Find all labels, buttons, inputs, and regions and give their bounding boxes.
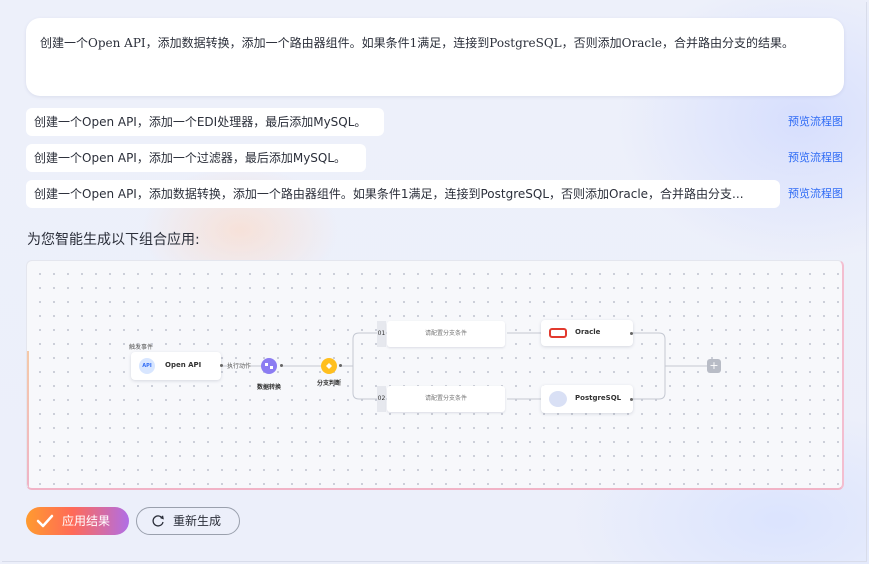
connector-merge bbox=[633, 332, 666, 400]
regenerate-button[interactable]: 重新生成 bbox=[136, 507, 240, 535]
open-api-label: Open API bbox=[165, 361, 202, 369]
branch-condition-1[interactable]: 请配置分支条件 bbox=[387, 321, 505, 347]
branch-condition-2[interactable]: 请配置分支条件 bbox=[387, 386, 505, 412]
postgresql-label: PostgreSQL bbox=[575, 394, 622, 402]
preview-flowchart-link-2[interactable]: 预览流程图 bbox=[788, 144, 843, 172]
oracle-node[interactable]: Oracle bbox=[541, 320, 633, 346]
postgresql-node[interactable]: PostgreSQL bbox=[541, 385, 633, 413]
flow-canvas[interactable]: 触发事件 API Open API 执行动作 数据转换 分支判断 01 请配置分… bbox=[26, 260, 844, 490]
open-api-node[interactable]: API Open API bbox=[131, 352, 221, 380]
check-icon bbox=[36, 514, 54, 528]
branch-index-2: 02 bbox=[377, 386, 386, 412]
branch-index-1: 01 bbox=[377, 321, 386, 347]
port-dot bbox=[220, 364, 223, 367]
transform-label: 数据转换 bbox=[257, 384, 282, 391]
port-dot bbox=[339, 364, 342, 367]
exec-action-label: 执行动作 bbox=[227, 361, 252, 370]
api-icon: API bbox=[139, 358, 155, 374]
prompt-text: 创建一个Open API，添加数据转换，添加一个路由器组件。如果条件1满足，连接… bbox=[40, 36, 795, 50]
apply-result-label: 应用结果 bbox=[62, 514, 111, 528]
suggestion-item-3[interactable]: 创建一个Open API，添加数据转换，添加一个路由器组件。如果条件1满足，连接… bbox=[26, 180, 780, 208]
preview-flowchart-link-3[interactable]: 预览流程图 bbox=[788, 180, 843, 208]
oracle-icon bbox=[549, 328, 567, 338]
section-title: 为您智能生成以下组合应用: bbox=[27, 232, 200, 248]
suggestion-item-2[interactable]: 创建一个Open API，添加一个过滤器，最后添加MySQL。 bbox=[26, 144, 366, 172]
port-dot bbox=[280, 364, 283, 367]
canvas-accent-right bbox=[842, 261, 844, 490]
preview-flowchart-link-1[interactable]: 预览流程图 bbox=[788, 108, 843, 136]
port-dot bbox=[630, 332, 633, 335]
postgresql-icon bbox=[549, 391, 567, 407]
branch-node-icon[interactable] bbox=[321, 358, 337, 374]
port-dot bbox=[630, 398, 633, 401]
add-node-button[interactable]: + bbox=[707, 359, 721, 373]
oracle-label: Oracle bbox=[575, 328, 601, 336]
transform-node-icon[interactable] bbox=[261, 358, 277, 374]
suggestion-item-1[interactable]: 创建一个Open API，添加一个EDI处理器，最后添加MySQL。 bbox=[26, 108, 384, 136]
apply-result-button[interactable]: 应用结果 bbox=[26, 507, 129, 535]
branch-label: 分支判断 bbox=[317, 380, 342, 387]
refresh-icon bbox=[152, 515, 164, 527]
trigger-label: 触发事件 bbox=[129, 344, 154, 351]
prompt-bubble: 创建一个Open API，添加数据转换，添加一个路由器组件。如果条件1满足，连接… bbox=[26, 18, 844, 96]
regenerate-label: 重新生成 bbox=[173, 514, 222, 528]
